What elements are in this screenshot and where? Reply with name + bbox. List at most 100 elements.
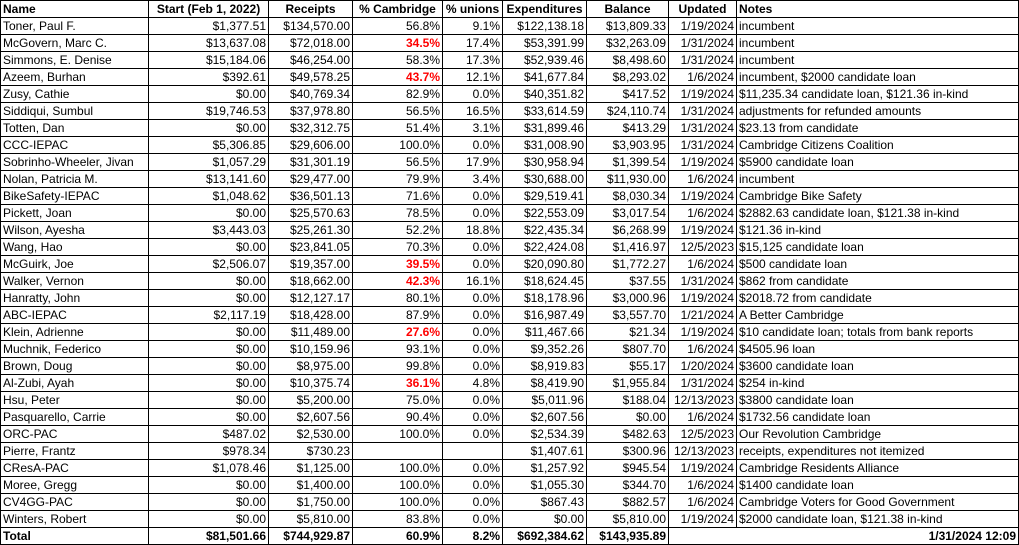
cell-balance[interactable]: $882.57 xyxy=(586,493,669,511)
cell-start[interactable]: $13,637.08 xyxy=(148,34,269,52)
cell-balance[interactable]: $21.34 xyxy=(586,323,669,341)
cell-expenditures[interactable]: $9,352.26 xyxy=(502,340,587,358)
cell-cambridge[interactable]: 71.6% xyxy=(352,187,443,205)
cell-notes[interactable]: incumbent xyxy=(736,170,1019,188)
cell-balance[interactable]: $1,955.84 xyxy=(586,374,669,392)
cell-notes[interactable]: $11,235.34 candidate loan, $121.36 in-ki… xyxy=(736,85,1019,103)
cell-name[interactable]: Brown, Doug xyxy=(0,357,149,375)
cell-notes[interactable]: $1732.56 candidate loan xyxy=(736,408,1019,426)
cell-start[interactable]: $0.00 xyxy=(148,493,269,511)
cell-unions[interactable]: 0.0% xyxy=(442,136,503,154)
cell-balance[interactable]: $344.70 xyxy=(586,476,669,494)
cell-expenditures[interactable]: $2,534.39 xyxy=(502,425,587,443)
cell-unions[interactable] xyxy=(442,442,503,460)
cell-start[interactable]: $0.00 xyxy=(148,272,269,290)
cell-name[interactable]: Wang, Hao xyxy=(0,238,149,256)
cell-updated[interactable]: 1/31/2024 xyxy=(668,119,737,137)
cell-name[interactable]: McGovern, Marc C. xyxy=(0,34,149,52)
cell-unions[interactable]: 0.0% xyxy=(442,187,503,205)
cell-updated[interactable]: 1/19/2024 xyxy=(668,153,737,171)
cell-cambridge[interactable]: 70.3% xyxy=(352,238,443,256)
cell-name[interactable]: Sobrinho-Wheeler, Jivan xyxy=(0,153,149,171)
cell-expenditures[interactable]: $22,553.09 xyxy=(502,204,587,222)
cell-start[interactable]: $5,306.85 xyxy=(148,136,269,154)
cell-expenditures[interactable]: $1,055.30 xyxy=(502,476,587,494)
cell-cambridge[interactable]: 51.4% xyxy=(352,119,443,137)
cell-updated[interactable]: 1/6/2024 xyxy=(668,493,737,511)
cell-name[interactable]: Muchnik, Federico xyxy=(0,340,149,358)
cell-updated[interactable]: 12/13/2023 xyxy=(668,391,737,409)
cell-unions[interactable]: 0.0% xyxy=(442,476,503,494)
cell-balance[interactable]: $3,903.95 xyxy=(586,136,669,154)
cell-expenditures[interactable]: $5,011.96 xyxy=(502,391,587,409)
cell-notes[interactable]: $10 candidate loan; totals from bank rep… xyxy=(736,323,1019,341)
cell-expenditures[interactable]: $1,407.61 xyxy=(502,442,587,460)
total-timestamp[interactable]: 1/31/2024 12:09 xyxy=(668,527,1019,545)
cell-expenditures[interactable]: $8,919.83 xyxy=(502,357,587,375)
cell-expenditures[interactable]: $16,987.49 xyxy=(502,306,587,324)
cell-cambridge[interactable]: 100.0% xyxy=(352,493,443,511)
cell-updated[interactable]: 1/19/2024 xyxy=(668,459,737,477)
cell-notes[interactable]: A Better Cambridge xyxy=(736,306,1019,324)
cell-start[interactable]: $0.00 xyxy=(148,289,269,307)
cell-expenditures[interactable]: $30,688.00 xyxy=(502,170,587,188)
cell-start[interactable]: $0.00 xyxy=(148,374,269,392)
cell-cambridge[interactable]: 100.0% xyxy=(352,476,443,494)
cell-receipts[interactable]: $2,607.56 xyxy=(268,408,353,426)
cell-notes[interactable]: $1400 candidate loan xyxy=(736,476,1019,494)
cell-notes[interactable]: $3800 candidate loan xyxy=(736,391,1019,409)
cell-notes[interactable]: $500 candidate loan xyxy=(736,255,1019,273)
cell-cambridge[interactable]: 100.0% xyxy=(352,459,443,477)
cell-receipts[interactable]: $46,254.00 xyxy=(268,51,353,69)
cell-expenditures[interactable]: $33,614.59 xyxy=(502,102,587,120)
cell-updated[interactable]: 1/31/2024 xyxy=(668,51,737,69)
cell-unions[interactable]: 0.0% xyxy=(442,425,503,443)
cell-cambridge[interactable]: 79.9% xyxy=(352,170,443,188)
cell-start[interactable]: $1,377.51 xyxy=(148,17,269,35)
cell-unions[interactable]: 0.0% xyxy=(442,408,503,426)
cell-receipts[interactable]: $10,159.96 xyxy=(268,340,353,358)
cell-balance[interactable]: $32,263.09 xyxy=(586,34,669,52)
cell-balance[interactable]: $1,416.97 xyxy=(586,238,669,256)
total-unions[interactable]: 8.2% xyxy=(442,527,503,545)
cell-updated[interactable]: 1/31/2024 xyxy=(668,272,737,290)
col-header-start[interactable]: Start (Feb 1, 2022) xyxy=(148,0,269,18)
cell-name[interactable]: Wilson, Ayesha xyxy=(0,221,149,239)
cell-receipts[interactable]: $49,578.25 xyxy=(268,68,353,86)
cell-updated[interactable]: 1/6/2024 xyxy=(668,204,737,222)
cell-updated[interactable]: 1/31/2024 xyxy=(668,102,737,120)
cell-updated[interactable]: 12/5/2023 xyxy=(668,425,737,443)
cell-cambridge[interactable]: 34.5% xyxy=(352,34,443,52)
cell-unions[interactable]: 0.0% xyxy=(442,238,503,256)
cell-updated[interactable]: 1/6/2024 xyxy=(668,170,737,188)
cell-cambridge[interactable]: 75.0% xyxy=(352,391,443,409)
cell-name[interactable]: ORC-PAC xyxy=(0,425,149,443)
cell-cambridge[interactable]: 82.9% xyxy=(352,85,443,103)
cell-start[interactable]: $0.00 xyxy=(148,204,269,222)
cell-expenditures[interactable]: $29,519.41 xyxy=(502,187,587,205)
cell-receipts[interactable]: $12,127.17 xyxy=(268,289,353,307)
cell-unions[interactable]: 0.0% xyxy=(442,340,503,358)
cell-unions[interactable]: 9.1% xyxy=(442,17,503,35)
cell-receipts[interactable]: $36,501.13 xyxy=(268,187,353,205)
col-header-notes[interactable]: Notes xyxy=(736,0,1019,18)
cell-cambridge[interactable]: 43.7% xyxy=(352,68,443,86)
cell-unions[interactable]: 0.0% xyxy=(442,493,503,511)
cell-name[interactable]: Al-Zubi, Ayah xyxy=(0,374,149,392)
cell-balance[interactable]: $37.55 xyxy=(586,272,669,290)
cell-expenditures[interactable]: $31,899.46 xyxy=(502,119,587,137)
total-balance[interactable]: $143,935.89 xyxy=(586,527,669,545)
cell-cambridge[interactable]: 56.5% xyxy=(352,102,443,120)
cell-balance[interactable]: $3,000.96 xyxy=(586,289,669,307)
cell-updated[interactable]: 1/31/2024 xyxy=(668,34,737,52)
cell-cambridge[interactable]: 56.8% xyxy=(352,17,443,35)
cell-balance[interactable]: $8,030.34 xyxy=(586,187,669,205)
cell-updated[interactable]: 1/20/2024 xyxy=(668,357,737,375)
cell-start[interactable]: $0.00 xyxy=(148,340,269,358)
cell-receipts[interactable]: $5,200.00 xyxy=(268,391,353,409)
cell-name[interactable]: Winters, Robert xyxy=(0,510,149,528)
cell-unions[interactable]: 0.0% xyxy=(442,85,503,103)
cell-balance[interactable]: $482.63 xyxy=(586,425,669,443)
cell-balance[interactable]: $188.04 xyxy=(586,391,669,409)
cell-start[interactable]: $19,746.53 xyxy=(148,102,269,120)
